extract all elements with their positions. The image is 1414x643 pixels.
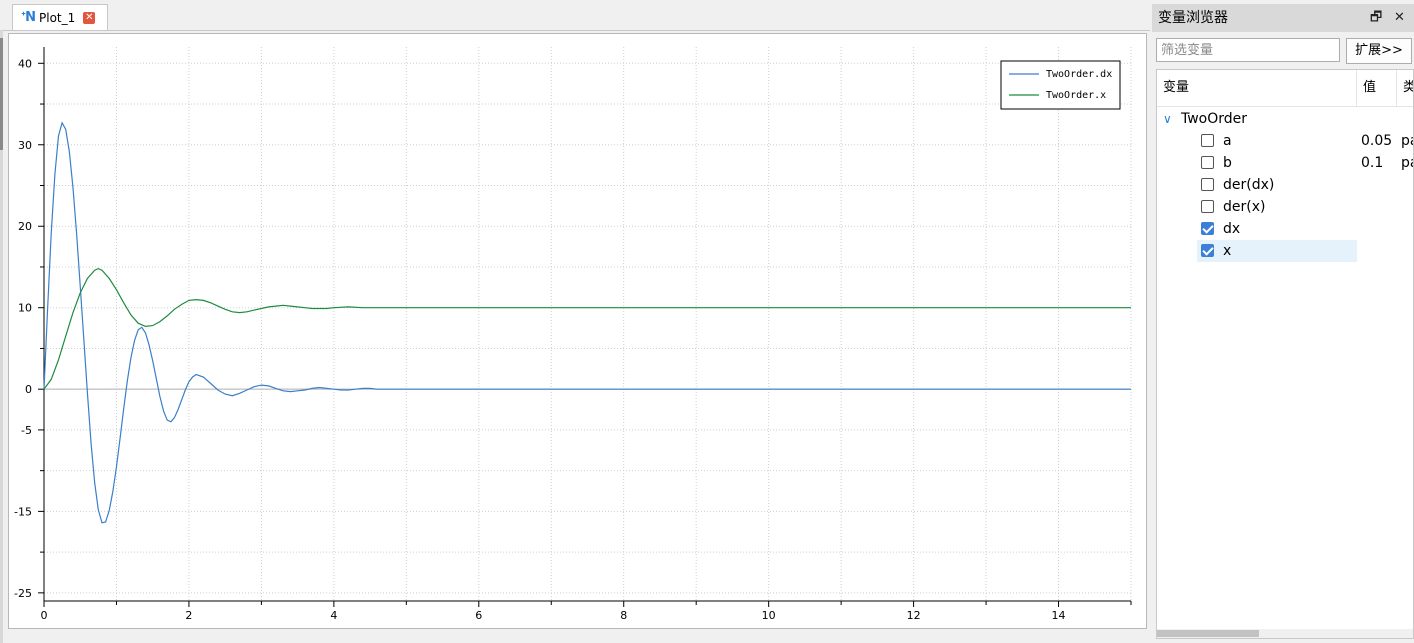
- tab-plot-1[interactable]: ᐩN Plot_1 ✕: [12, 4, 108, 30]
- tree-row-variable[interactable]: der(x): [1157, 196, 1413, 218]
- app-logo-icon: ᐩN: [21, 10, 36, 25]
- filter-variables-input[interactable]: [1156, 38, 1340, 62]
- chevron-down-icon[interactable]: ∨: [1163, 108, 1172, 130]
- y-tick-label: 30: [18, 139, 32, 152]
- horizontal-scrollbar[interactable]: [1157, 629, 1413, 638]
- x-tick-label: 6: [475, 609, 482, 622]
- y-tick-label: -15: [14, 505, 32, 518]
- y-tick-label: 20: [18, 220, 32, 233]
- tree-row-variable[interactable]: b 0.1 pa: [1157, 152, 1413, 174]
- variable-browser-panel: 变量浏览器 🗗 ✕ 扩展>> 变量 值 类 ∨ TwoOrder a 0.05 pa b 0…: [1152, 4, 1414, 643]
- variable-tree: 变量 值 类 ∨ TwoOrder a 0.05 pa b 0.1 pa der(dx) der(…: [1156, 69, 1414, 639]
- tree-node-twoorder[interactable]: ∨ TwoOrder: [1157, 108, 1413, 130]
- series-line-twoorder-x: [43, 267, 1131, 390]
- variable-value: 0.05: [1361, 133, 1393, 149]
- y-tick-label: -5: [21, 424, 32, 437]
- variable-browser-title-bar: 变量浏览器 🗗 ✕: [1152, 4, 1414, 32]
- left-scrollbar-thumb[interactable]: [0, 38, 3, 150]
- tree-row-variable[interactable]: der(dx): [1157, 174, 1413, 196]
- y-tick-label: 40: [18, 57, 32, 70]
- y-tick-label: 0: [25, 383, 32, 396]
- variable-type: pa: [1401, 133, 1413, 149]
- variable-name: x: [1223, 243, 1232, 259]
- variable-name: a: [1223, 133, 1232, 149]
- variable-checkbox[interactable]: [1201, 244, 1214, 257]
- variable-value: 0.1: [1361, 155, 1384, 171]
- column-header-value[interactable]: 值: [1357, 70, 1397, 106]
- variable-browser-title: 变量浏览器: [1158, 10, 1228, 26]
- variable-checkbox[interactable]: [1201, 134, 1214, 147]
- tree-row-variable[interactable]: dx: [1157, 218, 1413, 240]
- variable-name: der(x): [1223, 199, 1266, 215]
- close-icon[interactable]: ✕: [83, 11, 96, 24]
- x-tick-label: 12: [907, 609, 921, 622]
- variable-name: b: [1223, 155, 1232, 171]
- tree-header: 变量 值 类: [1157, 70, 1413, 107]
- plot-tab-bar: ᐩN Plot_1 ✕: [0, 0, 1150, 31]
- variable-type: pa: [1401, 155, 1413, 171]
- legend-entry: TwoOrder.dx: [1046, 69, 1112, 80]
- x-tick-label: 4: [330, 609, 337, 622]
- variable-name: dx: [1223, 221, 1241, 237]
- tree-row-variable[interactable]: x: [1157, 240, 1413, 262]
- line-chart[interactable]: 0 2 4 6 8 10 12 14 -25 -15 -5 0 10 20 30 40 TwoOrder.dx T…: [8, 33, 1147, 629]
- y-tick-label: 10: [18, 302, 32, 315]
- y-tick-label: -25: [14, 587, 32, 600]
- x-tick-label: 10: [762, 609, 776, 622]
- tree-node-label: TwoOrder: [1181, 111, 1248, 127]
- float-window-icon[interactable]: 🗗: [1370, 4, 1382, 32]
- expand-button[interactable]: 扩展>>: [1346, 38, 1412, 64]
- variable-name: der(dx): [1223, 177, 1275, 193]
- column-header-variable[interactable]: 变量: [1157, 70, 1357, 106]
- tree-row-variable[interactable]: a 0.05 pa: [1157, 130, 1413, 152]
- row-highlight: [1197, 240, 1357, 262]
- column-header-unit[interactable]: 类: [1397, 70, 1413, 106]
- legend-entry: TwoOrder.x: [1046, 90, 1106, 101]
- tab-plot-1-label: Plot_1: [39, 10, 76, 25]
- series-line-twoorder-dx: [43, 121, 1131, 524]
- close-icon[interactable]: ✕: [1394, 4, 1405, 32]
- x-tick-label: 14: [1052, 609, 1066, 622]
- variable-checkbox[interactable]: [1201, 178, 1214, 191]
- x-tick-label: 0: [41, 609, 48, 622]
- x-tick-label: 8: [620, 609, 627, 622]
- variable-checkbox[interactable]: [1201, 156, 1214, 169]
- variable-checkbox[interactable]: [1201, 200, 1214, 213]
- x-tick-label: 2: [185, 609, 192, 622]
- horizontal-scrollbar-thumb[interactable]: [1157, 630, 1259, 637]
- variable-checkbox[interactable]: [1201, 222, 1214, 235]
